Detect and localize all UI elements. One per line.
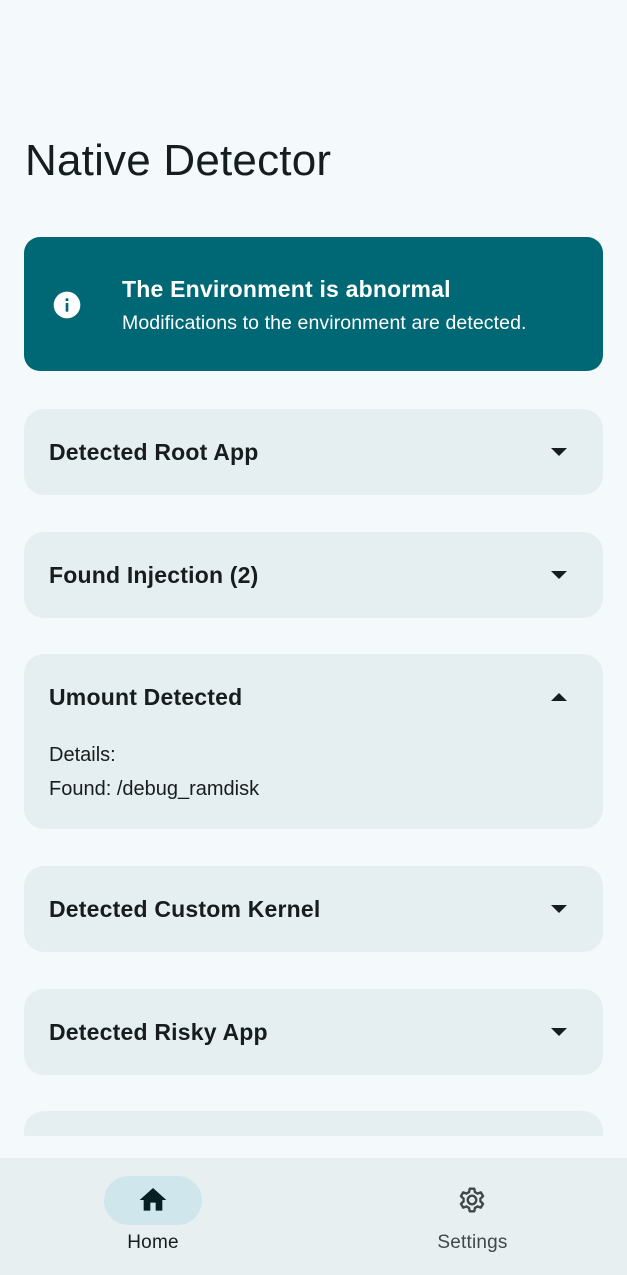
chevron-down-icon: [551, 905, 567, 913]
panel-umount-detected: Umount Detected Details: Found: /debug_r…: [24, 654, 603, 829]
home-icon: [139, 1188, 167, 1211]
panel-header-detected-root-app[interactable]: Detected Root App: [24, 409, 603, 495]
chevron-down-icon: [551, 448, 567, 456]
bottom-navigation-bar: Home Settings: [0, 1158, 627, 1275]
panel-detected-risky-app: Detected Risky App: [24, 989, 603, 1075]
info-icon: [53, 291, 81, 319]
gear-icon: [459, 1187, 485, 1213]
page-title: Native Detector: [25, 136, 332, 185]
status-title: The Environment is abnormal: [122, 276, 451, 302]
panel-title: Detected Custom Kernel: [49, 896, 321, 922]
panel-title: Umount Detected: [49, 684, 243, 710]
panel-title: Detected Risky App: [49, 1019, 268, 1045]
details-value: Found: /debug_ramdisk: [49, 778, 260, 800]
panel-header-detected-custom-kernel[interactable]: Detected Custom Kernel: [24, 866, 603, 952]
chevron-down-icon: [551, 571, 567, 579]
chevron-up-icon: [551, 693, 567, 701]
detection-list[interactable]: The Environment is abnormal Modification…: [0, 236, 627, 1136]
nav-item-home[interactable]: Home: [0, 1158, 313, 1275]
chevron-down-icon: [551, 1028, 567, 1036]
panel-detected-custom-kernel: Detected Custom Kernel: [24, 866, 603, 952]
nav-label-settings: Settings: [437, 1232, 508, 1253]
panel-header-umount-detected[interactable]: Umount Detected: [24, 654, 603, 740]
panel-partial-next[interactable]: [24, 1111, 603, 1136]
panel-title: Found Injection (2): [49, 562, 259, 588]
environment-status-card: The Environment is abnormal Modification…: [24, 237, 603, 371]
nav-label-home: Home: [127, 1232, 179, 1253]
panel-header-found-injection[interactable]: Found Injection (2): [24, 532, 603, 618]
panel-details: Details: Found: /debug_ramdisk: [49, 738, 259, 806]
panel-found-injection: Found Injection (2): [24, 532, 603, 618]
panel-title: Detected Root App: [49, 439, 259, 465]
nav-item-settings[interactable]: Settings: [313, 1158, 627, 1275]
status-description: Modifications to the environment are det…: [122, 312, 527, 334]
panel-detected-root-app: Detected Root App: [24, 409, 603, 495]
details-label: Details:: [49, 744, 116, 766]
panel-header-detected-risky-app[interactable]: Detected Risky App: [24, 989, 603, 1075]
